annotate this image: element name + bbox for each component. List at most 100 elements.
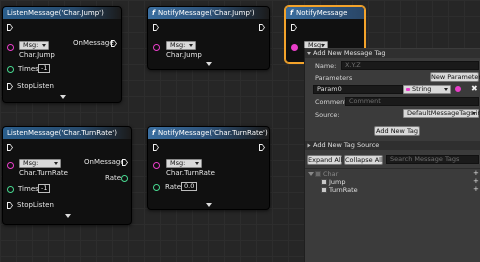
- tree-item-char[interactable]: Char: [323, 170, 338, 178]
- rate-input[interactable]: 0.0: [181, 182, 198, 191]
- divider: [305, 168, 480, 169]
- times-input[interactable]: -1: [38, 184, 51, 193]
- node-title-text: NotifyMessage('Char.Jump'): [158, 9, 255, 17]
- add-subtag-icon[interactable]: +: [473, 169, 479, 177]
- remove-param-icon[interactable]: ✖: [471, 84, 478, 93]
- expand-arrow-icon[interactable]: [206, 203, 212, 207]
- chevron-down-icon: [42, 44, 46, 47]
- rate-pin[interactable]: [153, 184, 160, 191]
- msg-dropdown-label: Msg:: [170, 159, 186, 167]
- node-title: ListenMessage('Char.Jump'): [3, 7, 121, 19]
- node-notify-message-turnrate[interactable]: f NotifyMessage('Char.TurnRate') Msg: Cha…: [147, 126, 270, 210]
- exec-in-pin[interactable]: [7, 24, 13, 31]
- times-input[interactable]: -1: [38, 64, 51, 73]
- msg-dropdown-label: Msg:: [23, 159, 39, 167]
- add-new-tag-source-header[interactable]: Add New Tag Source: [305, 141, 480, 150]
- section-title: Add New Message Tag: [313, 49, 386, 57]
- tree-checkbox-turnrate[interactable]: [321, 187, 327, 193]
- expand-arrow-icon[interactable]: [206, 62, 212, 66]
- on-message-label: OnMessage: [73, 39, 114, 47]
- tree-item-jump[interactable]: Jump: [329, 178, 346, 186]
- node-title-text: NotifyMessage('Char.TurnRate'): [158, 129, 268, 137]
- param-type-label: String: [412, 85, 432, 93]
- comment-label: Comment:: [315, 98, 350, 106]
- msg-pin[interactable]: [153, 162, 160, 169]
- node-listen-message-jump[interactable]: ListenMessage('Char.Jump') OnMessage Msg…: [2, 6, 122, 103]
- chevron-down-icon: [321, 44, 325, 47]
- exec-in-pin[interactable]: [291, 24, 297, 31]
- message-tag-panel: Add New Message Tag Name: X.Y.Z Paramete…: [304, 48, 480, 262]
- new-parameter-button[interactable]: New Parameter: [430, 72, 480, 82]
- source-dropdown[interactable]: DefaultMessageTags.ini: [403, 109, 480, 118]
- msg-pin[interactable]: [291, 44, 298, 51]
- add-subtag-icon[interactable]: +: [473, 177, 479, 185]
- comment-input[interactable]: Comment: [345, 97, 479, 106]
- param-name-input[interactable]: Param0: [313, 85, 403, 94]
- chevron-down-icon: [195, 162, 199, 165]
- node-title: ListenMessage('Char.TurnRate'): [3, 127, 131, 139]
- exec-out-pin[interactable]: [259, 24, 265, 31]
- node-title: f NotifyMessage('Char.Jump'): [148, 7, 269, 19]
- expand-arrow-icon: [307, 143, 311, 148]
- tree-item-turnrate[interactable]: TurnRate: [329, 186, 358, 194]
- msg-dropdown[interactable]: Msg:: [19, 159, 61, 168]
- node-notify-message-jump[interactable]: f NotifyMessage('Char.Jump') Msg: Char.Ju…: [147, 6, 270, 70]
- tree-checkbox-char[interactable]: [315, 171, 321, 177]
- node-title-text: ListenMessage('Char.TurnRate'): [7, 129, 117, 137]
- param-pin-icon: [455, 86, 461, 92]
- chevron-down-icon: [444, 88, 448, 91]
- expand-arrow-icon[interactable]: [60, 95, 66, 99]
- add-new-tag-button[interactable]: Add New Tag: [374, 126, 420, 136]
- times-pin[interactable]: [7, 66, 14, 73]
- stop-listen-label: StopListen: [17, 82, 54, 90]
- stop-listen-exec-pin[interactable]: [7, 202, 13, 209]
- expand-arrow-icon[interactable]: [65, 214, 71, 218]
- name-input[interactable]: X.Y.Z: [341, 61, 479, 70]
- function-icon: f: [290, 9, 294, 17]
- chevron-down-icon: [54, 162, 58, 165]
- rate-label: Rate: [165, 183, 182, 191]
- msg-pin[interactable]: [7, 162, 14, 169]
- add-new-message-tag-header[interactable]: Add New Message Tag: [305, 49, 480, 58]
- exec-in-pin[interactable]: [153, 24, 159, 31]
- add-subtag-icon[interactable]: +: [473, 185, 479, 193]
- times-pin[interactable]: [7, 186, 14, 193]
- source-value: DefaultMessageTags.ini: [407, 109, 480, 117]
- times-label: Times: [18, 65, 39, 73]
- node-title-text: ListenMessage('Char.Jump'): [7, 9, 104, 17]
- node-listen-message-turnrate[interactable]: ListenMessage('Char.TurnRate') Msg: Char…: [2, 126, 132, 225]
- exec-in-pin[interactable]: [153, 144, 159, 151]
- collapse-all-button[interactable]: Collapse All: [344, 155, 383, 165]
- msg-dropdown[interactable]: Msg:: [166, 159, 202, 168]
- search-message-tags-input[interactable]: Search Message Tags: [386, 155, 479, 164]
- exec-in-pin[interactable]: [7, 144, 13, 151]
- msg-dropdown[interactable]: Msg:: [19, 41, 49, 50]
- stop-listen-label: StopListen: [17, 201, 54, 209]
- msg-dropdown[interactable]: Msg:: [166, 41, 196, 50]
- rate-output-pin[interactable]: [121, 175, 128, 182]
- tree-collapse-icon[interactable]: [308, 172, 314, 176]
- node-title: f NotifyMessage('Char.TurnRate'): [148, 127, 269, 139]
- function-icon: f: [152, 9, 156, 17]
- chevron-down-icon: [472, 112, 476, 115]
- source-label: Source:: [315, 111, 340, 119]
- msg-pin[interactable]: [153, 44, 160, 51]
- param-type-dropdown[interactable]: String: [403, 85, 451, 94]
- msg-dropdown-label: Msg:: [23, 41, 39, 49]
- collapse-arrow-icon: [307, 52, 311, 55]
- tree-checkbox-jump[interactable]: [321, 179, 327, 185]
- msg-value: Char.Jump: [166, 51, 202, 59]
- exec-out-pin[interactable]: [259, 144, 265, 151]
- msg-pin[interactable]: [7, 44, 14, 51]
- name-label: Name:: [315, 62, 337, 70]
- on-message-label: OnMessage: [84, 158, 125, 166]
- stop-listen-exec-pin[interactable]: [7, 83, 13, 90]
- node-title: f NotifyMessage: [286, 7, 364, 19]
- expand-all-button[interactable]: Expand All: [307, 155, 342, 165]
- msg-value: Char.Jump: [19, 51, 55, 59]
- rate-output-label: Rate: [105, 174, 122, 182]
- function-icon: f: [152, 129, 156, 137]
- exec-out-pin[interactable]: [122, 159, 128, 166]
- parameters-label: Parameters: [315, 74, 353, 82]
- chevron-down-icon: [189, 44, 193, 47]
